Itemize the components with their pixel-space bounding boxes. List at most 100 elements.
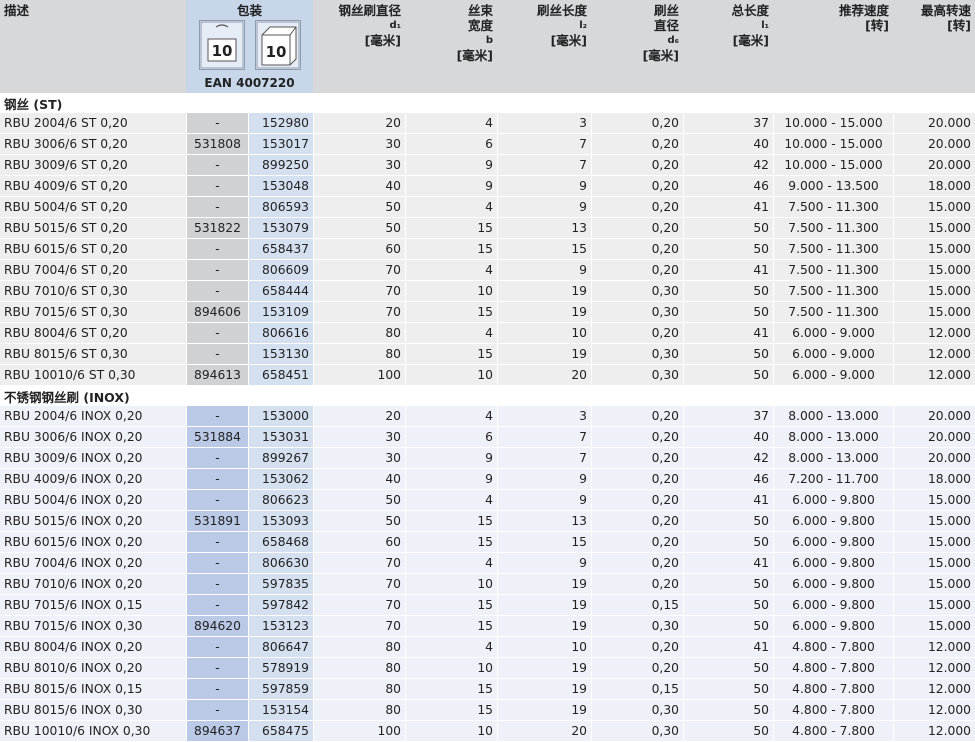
cell-description: RBU 8004/6 ST 0,20	[0, 323, 186, 344]
cell-total-length: 41	[683, 197, 773, 218]
cell-brush-diameter: 30	[313, 134, 405, 155]
cell-pack-single: -	[186, 700, 248, 721]
cell-description: RBU 8015/6 INOX 0,30	[0, 700, 186, 721]
cell-tuft-width: 6	[405, 427, 497, 448]
cell-brush-diameter: 60	[313, 532, 405, 553]
cell-tuft-width: 15	[405, 344, 497, 365]
table-row: RBU 5015/6 ST 0,20 531822 153079 50 15 13 0,20…	[0, 218, 975, 239]
cell-tuft-width: 15	[405, 700, 497, 721]
cell-brush-diameter: 40	[313, 469, 405, 490]
cell-trim-length: 3	[497, 406, 591, 427]
cell-total-length: 41	[683, 553, 773, 574]
table-row: RBU 4009/6 ST 0,20-153048 40 9 9 0,20 46 9.000…	[0, 176, 975, 197]
cell-max-speed: 20.000	[893, 113, 975, 134]
cell-recommended-speed: 6.000 - 9.800	[773, 574, 893, 595]
cell-brush-diameter: 30	[313, 448, 405, 469]
cell-trim-length: 19	[497, 616, 591, 637]
cell-pack-single: -	[186, 323, 248, 344]
cell-wire-diameter: 0,20	[591, 239, 683, 260]
cell-wire-diameter: 0,20	[591, 469, 683, 490]
cell-tuft-width: 6	[405, 134, 497, 155]
cell-recommended-speed: 7.200 - 11.700	[773, 469, 893, 490]
table-row: RBU 8010/6 INOX 0,20-578919 80 10 19 0,20 50 4…	[0, 658, 975, 679]
cell-brush-diameter: 80	[313, 679, 405, 700]
cell-recommended-speed: 6.000 - 9.800	[773, 595, 893, 616]
table-row: RBU 6015/6 INOX 0,20-658468 60 15 15 0,20 50 6…	[0, 532, 975, 553]
cell-max-speed: 15.000	[893, 616, 975, 637]
cell-pack-single: -	[186, 595, 248, 616]
cell-tuft-width: 4	[405, 323, 497, 344]
cell-brush-diameter: 70	[313, 281, 405, 302]
cell-description: RBU 7010/6 ST 0,30	[0, 281, 186, 302]
cell-pack-single: -	[186, 239, 248, 260]
table-row: RBU 3006/6 INOX 0,20 531884 153031 30 6 7 0,20…	[0, 427, 975, 448]
cell-max-speed: 15.000	[893, 218, 975, 239]
cell-description: RBU 5004/6 ST 0,20	[0, 197, 186, 218]
cell-tuft-width: 4	[405, 260, 497, 281]
col-header-tuft-width: 丝束 宽度 b [毫米]	[405, 0, 497, 93]
cell-description: RBU 5004/6 INOX 0,20	[0, 490, 186, 511]
table-row: RBU 7010/6 INOX 0,20-597835 70 10 19 0,20 50 6…	[0, 574, 975, 595]
cell-description: RBU 7015/6 INOX 0,30	[0, 616, 186, 637]
cell-brush-diameter: 80	[313, 658, 405, 679]
cell-total-length: 37	[683, 406, 773, 427]
cell-pack-single: -	[186, 344, 248, 365]
cell-pack-single: -	[186, 658, 248, 679]
col-header-description: 描述	[0, 0, 186, 93]
cell-wire-diameter: 0,30	[591, 616, 683, 637]
cell-trim-length: 13	[497, 511, 591, 532]
cell-max-speed: 20.000	[893, 155, 975, 176]
box-pack-icon: 10	[254, 20, 301, 70]
cell-recommended-speed: 4.800 - 7.800	[773, 721, 893, 742]
cell-pack-box: 658468	[248, 532, 313, 553]
cell-total-length: 41	[683, 323, 773, 344]
cell-pack-box: 578919	[248, 658, 313, 679]
cell-wire-diameter: 0,20	[591, 406, 683, 427]
col-header-max-speed: 最高转速 [转]	[893, 0, 975, 93]
cell-pack-box: 597842	[248, 595, 313, 616]
cell-tuft-width: 9	[405, 448, 497, 469]
cell-tuft-width: 4	[405, 637, 497, 658]
cell-trim-length: 3	[497, 113, 591, 134]
cell-recommended-speed: 6.000 - 9.800	[773, 532, 893, 553]
cell-trim-length: 10	[497, 323, 591, 344]
cell-trim-length: 7	[497, 134, 591, 155]
cell-pack-box: 597859	[248, 679, 313, 700]
cell-tuft-width: 4	[405, 406, 497, 427]
cell-total-length: 50	[683, 616, 773, 637]
cell-total-length: 50	[683, 365, 773, 386]
cell-description: RBU 7004/6 ST 0,20	[0, 260, 186, 281]
table-row: RBU 10010/6 INOX 0,30 894637 658475 100 10 20…	[0, 721, 975, 742]
cell-total-length: 42	[683, 155, 773, 176]
cell-brush-diameter: 50	[313, 511, 405, 532]
cell-pack-single: 894606	[186, 302, 248, 323]
table-row: RBU 7004/6 ST 0,20-806609 70 4 9 0,20 41 7.500…	[0, 260, 975, 281]
table-row: RBU 8004/6 ST 0,20-806616 80 4 10 0,20 41 6.00…	[0, 323, 975, 344]
cell-pack-box: 153048	[248, 176, 313, 197]
cell-brush-diameter: 80	[313, 323, 405, 344]
cell-max-speed: 15.000	[893, 574, 975, 595]
cell-tuft-width: 9	[405, 469, 497, 490]
cell-trim-length: 13	[497, 218, 591, 239]
cell-wire-diameter: 0,20	[591, 658, 683, 679]
cell-tuft-width: 9	[405, 176, 497, 197]
cell-pack-single: -	[186, 406, 248, 427]
cell-total-length: 50	[683, 281, 773, 302]
cell-max-speed: 15.000	[893, 281, 975, 302]
table-row: RBU 3009/6 INOX 0,20-899267 30 9 7 0,20 42 8.0…	[0, 448, 975, 469]
table-row: RBU 8015/6 INOX 0,30-153154 80 15 19 0,30 50 4…	[0, 700, 975, 721]
cell-pack-box: 153000	[248, 406, 313, 427]
cell-max-speed: 15.000	[893, 595, 975, 616]
cell-max-speed: 15.000	[893, 553, 975, 574]
table-row: RBU 3006/6 ST 0,20 531808 153017 30 6 7 0,20 40…	[0, 134, 975, 155]
cell-wire-diameter: 0,30	[591, 344, 683, 365]
cell-description: RBU 4009/6 ST 0,20	[0, 176, 186, 197]
cell-recommended-speed: 7.500 - 11.300	[773, 260, 893, 281]
cell-wire-diameter: 0,20	[591, 176, 683, 197]
cell-wire-diameter: 0,30	[591, 721, 683, 742]
cell-pack-single: 894637	[186, 721, 248, 742]
cell-brush-diameter: 70	[313, 302, 405, 323]
cell-pack-box: 899250	[248, 155, 313, 176]
cell-recommended-speed: 4.800 - 7.800	[773, 679, 893, 700]
cell-trim-length: 20	[497, 365, 591, 386]
